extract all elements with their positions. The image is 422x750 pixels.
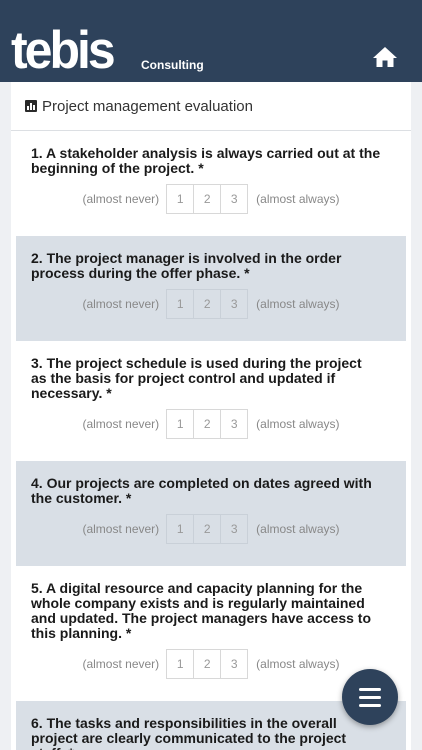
- logo-subtitle: Consulting: [141, 58, 204, 72]
- scale-high-label: (almost always): [256, 192, 340, 206]
- rating-scale: (almost never) 1 2 3 (almost always): [16, 184, 406, 214]
- app-header: tebis Consulting: [0, 0, 422, 82]
- evaluation-card: Project management evaluation 1. A stake…: [11, 82, 411, 750]
- scale-low-label: (almost never): [82, 192, 160, 206]
- rating-scale: (almost never) 1 2 3 (almost always): [16, 409, 406, 439]
- scale-low-label: (almost never): [82, 417, 160, 431]
- scale-high-label: (almost always): [256, 297, 340, 311]
- question-3: 3. The project schedule is used during t…: [16, 341, 406, 461]
- menu-icon-bar: [359, 695, 381, 699]
- question-text: 2. The project manager is involved in th…: [31, 250, 342, 281]
- rating-scale: (almost never) 1 2 3 (almost always): [16, 649, 406, 679]
- rating-scale: (almost never) 1 2 3 (almost always): [16, 289, 406, 319]
- question-text: 6. The tasks and responsibilities in the…: [31, 715, 347, 750]
- scale-high-label: (almost always): [256, 522, 340, 536]
- scale-low-label: (almost never): [82, 657, 160, 671]
- home-icon[interactable]: [372, 46, 398, 68]
- rating-scale: (almost never) 1 2 3 (almost always): [16, 514, 406, 544]
- bar-chart-icon: [25, 100, 37, 112]
- rating-option-3[interactable]: 3: [220, 289, 249, 319]
- rating-option-2[interactable]: 2: [193, 649, 222, 679]
- scale-high-label: (almost always): [256, 657, 340, 671]
- rating-option-2[interactable]: 2: [193, 184, 222, 214]
- form-title-bar: Project management evaluation: [11, 82, 411, 131]
- scale-high-label: (almost always): [256, 417, 340, 431]
- question-text: 5. A digital resource and capacity plann…: [31, 580, 371, 641]
- menu-button[interactable]: [342, 669, 398, 725]
- question-text: 4. Our projects are completed on dates a…: [31, 475, 372, 506]
- rating-option-1[interactable]: 1: [166, 514, 195, 544]
- rating-option-3[interactable]: 3: [220, 514, 249, 544]
- logo-text: tebis: [11, 20, 116, 80]
- rating-option-2[interactable]: 2: [193, 409, 222, 439]
- scale-low-label: (almost never): [82, 297, 160, 311]
- rating-option-3[interactable]: 3: [220, 649, 249, 679]
- rating-option-3[interactable]: 3: [220, 184, 249, 214]
- rating-option-1[interactable]: 1: [166, 184, 195, 214]
- rating-option-1[interactable]: 1: [166, 649, 195, 679]
- rating-option-2[interactable]: 2: [193, 514, 222, 544]
- rating-option-1[interactable]: 1: [166, 289, 195, 319]
- rating-option-2[interactable]: 2: [193, 289, 222, 319]
- tebis-logo: tebis: [11, 20, 116, 80]
- question-4: 4. Our projects are completed on dates a…: [16, 461, 406, 566]
- menu-icon-bar: [359, 703, 381, 707]
- scale-low-label: (almost never): [82, 522, 160, 536]
- question-text: 1. A stakeholder analysis is always carr…: [31, 145, 381, 176]
- menu-icon-bar: [359, 687, 381, 691]
- question-2: 2. The project manager is involved in th…: [16, 236, 406, 341]
- rating-option-1[interactable]: 1: [166, 409, 195, 439]
- question-1: 1. A stakeholder analysis is always carr…: [16, 132, 406, 236]
- question-text: 3. The project schedule is used during t…: [31, 355, 362, 401]
- rating-option-3[interactable]: 3: [220, 409, 249, 439]
- form-title: Project management evaluation: [42, 97, 253, 115]
